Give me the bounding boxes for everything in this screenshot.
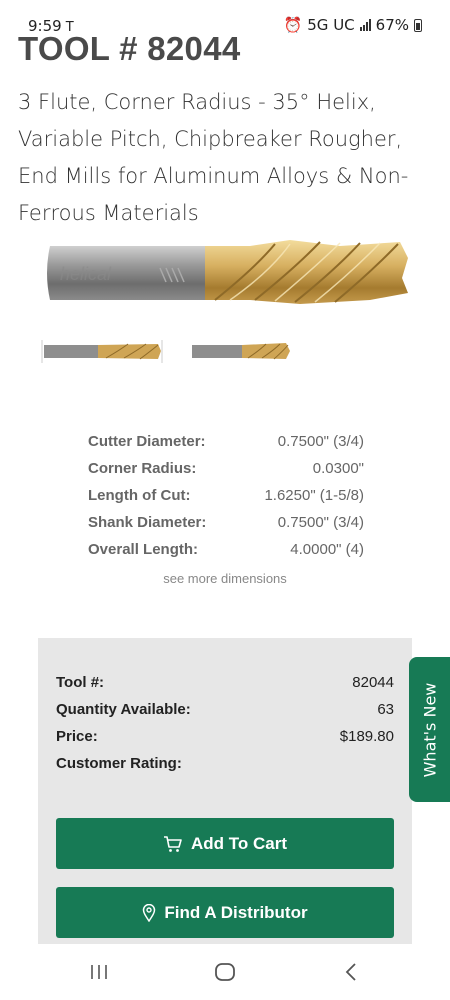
purchase-panel: Tool #: 82044 Quantity Available: 63 Pri… — [38, 638, 412, 944]
network-label: 5G UC — [307, 16, 355, 34]
tool-number-value: 82044 — [352, 674, 394, 691]
dimension-value: 0.7500" (3/4) — [277, 433, 364, 450]
recent-apps-button[interactable] — [84, 958, 114, 986]
home-button[interactable] — [210, 958, 240, 986]
price-value: $189.80 — [339, 728, 394, 745]
price-label: Price: — [56, 728, 98, 745]
find-distributor-button[interactable]: Find A Distributor — [56, 887, 394, 938]
product-description: 3 Flute, Corner Radius - 35° Helix, Vari… — [18, 90, 409, 225]
status-indicators: ⏰ 5G UC 67% — [284, 16, 422, 34]
dimension-label: Length of Cut: — [88, 487, 191, 504]
quantity-row: Quantity Available: 63 — [56, 701, 394, 718]
quantity-value: 63 — [377, 701, 394, 718]
dimension-value: 1.6250" (1-5/8) — [264, 487, 364, 504]
dimension-value: 0.0300" — [312, 460, 364, 477]
dimension-row: Cutter Diameter: 0.7500" (3/4) — [88, 430, 364, 457]
location-pin-icon — [143, 903, 156, 922]
back-button[interactable] — [336, 958, 366, 986]
dimension-label: Corner Radius: — [88, 460, 197, 477]
battery-level: 67% — [375, 16, 409, 34]
battery-icon — [414, 18, 422, 32]
dimension-row: Corner Radius: 0.0300" — [88, 457, 364, 484]
see-more-dimensions-link[interactable]: see more dimensions — [0, 571, 450, 586]
page-title: TOOL # 82044 — [18, 30, 241, 67]
price-row: Price: $189.80 — [56, 728, 394, 745]
rating-label: Customer Rating: — [56, 755, 182, 772]
add-to-cart-label: Add To Cart — [190, 833, 287, 853]
end-mill-image[interactable]: helical — [40, 238, 412, 308]
dimension-row: Overall Length: 4.0000" (4) — [88, 538, 364, 565]
dimension-label: Shank Diameter: — [88, 514, 207, 531]
dimensions-table: Cutter Diameter: 0.7500" (3/4) Corner Ra… — [88, 430, 364, 565]
recent-apps-icon — [91, 965, 107, 979]
find-distributor-label: Find A Distributor — [164, 902, 308, 922]
add-to-cart-button[interactable]: Add To Cart — [56, 818, 394, 869]
whats-new-tab[interactable]: What's New — [409, 657, 450, 802]
thumbnail-side-image[interactable] — [190, 336, 292, 366]
back-chevron-icon — [345, 963, 356, 981]
dimension-value: 4.0000" (4) — [290, 541, 364, 558]
dimension-label: Cutter Diameter: — [88, 433, 206, 450]
tool-number-label: Tool #: — [56, 674, 105, 691]
navigation-bar — [0, 944, 450, 1000]
rating-row: Customer Rating: — [56, 755, 394, 772]
svg-text:helical: helical — [60, 264, 112, 284]
thumbnail-dimensions-image[interactable] — [40, 336, 165, 366]
quantity-label: Quantity Available: — [56, 701, 191, 718]
dimension-value: 0.7500" (3/4) — [277, 514, 364, 531]
cart-icon — [163, 835, 182, 852]
whats-new-label: What's New — [420, 682, 439, 777]
tool-number-row: Tool #: 82044 — [56, 674, 394, 691]
dimension-row: Shank Diameter: 0.7500" (3/4) — [88, 511, 364, 538]
dimension-label: Overall Length: — [88, 541, 199, 558]
home-icon — [215, 963, 235, 981]
alarm-icon: ⏰ — [283, 16, 303, 34]
signal-icon — [359, 19, 371, 31]
dimension-row: Length of Cut: 1.6250" (1-5/8) — [88, 484, 364, 511]
